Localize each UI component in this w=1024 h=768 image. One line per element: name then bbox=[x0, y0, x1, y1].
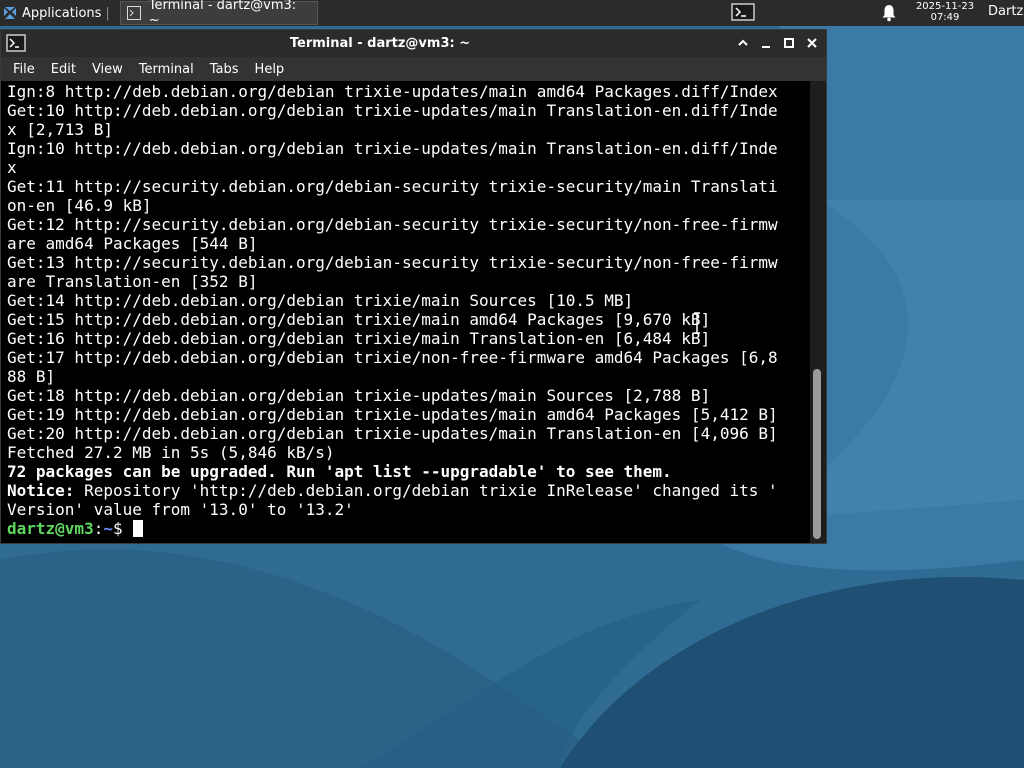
xfce-mouse-icon bbox=[4, 7, 16, 19]
terminal-line: on-en [46.9 kB] bbox=[7, 196, 152, 215]
terminal-line: Ign:10 http://deb.debian.org/debian trix… bbox=[7, 139, 778, 158]
terminal-line: are Translation-en [352 B] bbox=[7, 272, 258, 291]
maximize-button[interactable] bbox=[781, 35, 797, 51]
terminal-line: Get:19 http://deb.debian.org/debian trix… bbox=[7, 405, 778, 424]
prompt-symbol: $ bbox=[112, 519, 133, 538]
panel-terminal-launcher[interactable] bbox=[729, 1, 757, 23]
scrollbar-thumb[interactable] bbox=[813, 369, 821, 539]
prompt-path: ~ bbox=[103, 519, 113, 538]
terminal-line: x [2,713 B] bbox=[7, 120, 113, 139]
terminal-icon bbox=[126, 6, 141, 20]
taskbar-item-terminal[interactable]: Terminal - dartz@vm3: ~ bbox=[119, 0, 318, 28]
prompt-user: dartz@vm3 bbox=[7, 519, 94, 538]
top-panel: Applications | Terminal - dartz@vm3: ~ 2… bbox=[0, 0, 1024, 28]
menu-view[interactable]: View bbox=[92, 62, 131, 77]
maximize-icon bbox=[784, 38, 794, 48]
terminal-line: Get:12 http://security.debian.org/debian… bbox=[7, 215, 778, 234]
applications-menu-button[interactable]: Applications | bbox=[0, 0, 114, 26]
notice-label: Notice: bbox=[7, 481, 75, 500]
panel-clock[interactable]: 2025-11-23 07:49 bbox=[908, 1, 982, 23]
terminal-line: Get:18 http://deb.debian.org/debian trix… bbox=[7, 386, 711, 405]
terminal-window: Terminal - dartz@vm3: ~ File Edit View T… bbox=[0, 29, 827, 544]
window-menubar: File Edit View Terminal Tabs Help bbox=[1, 57, 826, 81]
menu-terminal[interactable]: Terminal bbox=[139, 62, 202, 77]
close-button[interactable] bbox=[804, 35, 820, 51]
shade-button[interactable] bbox=[735, 35, 751, 51]
applications-label: Applications bbox=[22, 5, 102, 21]
terminal-launcher-icon bbox=[731, 3, 755, 21]
menu-file[interactable]: File bbox=[13, 62, 43, 77]
terminal-line: Get:11 http://security.debian.org/debian… bbox=[7, 177, 778, 196]
terminal-line: are amd64 Packages [544 B] bbox=[7, 234, 258, 253]
terminal-line: Get:20 http://deb.debian.org/debian trix… bbox=[7, 424, 778, 443]
menu-edit[interactable]: Edit bbox=[51, 62, 84, 77]
terminal-line: x bbox=[7, 158, 17, 177]
window-title: Terminal - dartz@vm3: ~ bbox=[289, 36, 471, 51]
menu-tabs[interactable]: Tabs bbox=[210, 62, 247, 77]
terminal-line: Get:15 http://deb.debian.org/debian trix… bbox=[7, 310, 711, 329]
terminal-line: Get:14 http://deb.debian.org/debian trix… bbox=[7, 291, 634, 310]
terminal-line: Get:10 http://deb.debian.org/debian trix… bbox=[7, 101, 778, 120]
terminal-output[interactable]: Ign:8 http://deb.debian.org/debian trixi… bbox=[1, 81, 810, 543]
close-icon bbox=[807, 38, 817, 48]
clock-time: 07:49 bbox=[930, 12, 960, 23]
menu-help[interactable]: Help bbox=[255, 62, 293, 77]
terminal-line: Version' value from '13.0' to '13.2' bbox=[7, 500, 354, 519]
shell-prompt[interactable]: dartz@vm3:~$ bbox=[7, 519, 810, 538]
clock-date: 2025-11-23 bbox=[915, 1, 975, 12]
terminal-line: 88 B] bbox=[7, 367, 56, 386]
notice-text: Repository 'http://deb.debian.org/debian… bbox=[74, 481, 778, 500]
terminal-line: Get:16 http://deb.debian.org/debian trix… bbox=[7, 329, 711, 348]
prompt-separator: : bbox=[93, 519, 104, 538]
chevron-up-icon bbox=[738, 39, 748, 46]
terminal-scrollbar[interactable] bbox=[810, 81, 826, 543]
minimize-button[interactable] bbox=[758, 35, 774, 51]
panel-separator: | bbox=[105, 5, 110, 21]
terminal-line: Fetched 27.2 MB in 5s (5,846 kB/s) bbox=[7, 443, 335, 462]
bell-icon[interactable] bbox=[881, 4, 897, 22]
taskbar-item-label: Terminal - dartz@vm3: ~ bbox=[148, 0, 297, 28]
minimize-icon bbox=[762, 46, 770, 48]
ibeam-cursor-icon bbox=[694, 312, 700, 334]
terminal-line: Get:13 http://security.debian.org/debian… bbox=[7, 253, 778, 272]
repository-notice-line: Notice: Repository 'http://deb.debian.or… bbox=[7, 481, 810, 500]
panel-user-menu[interactable]: Dartz bbox=[988, 4, 1023, 19]
terminal-line: Get:17 http://deb.debian.org/debian trix… bbox=[7, 348, 778, 367]
window-titlebar[interactable]: Terminal - dartz@vm3: ~ bbox=[1, 30, 826, 57]
upgrade-notice-line: 72 packages can be upgraded. Run 'apt li… bbox=[7, 462, 672, 481]
terminal-line: Ign:8 http://deb.debian.org/debian trixi… bbox=[7, 82, 778, 101]
text-cursor bbox=[133, 520, 144, 537]
